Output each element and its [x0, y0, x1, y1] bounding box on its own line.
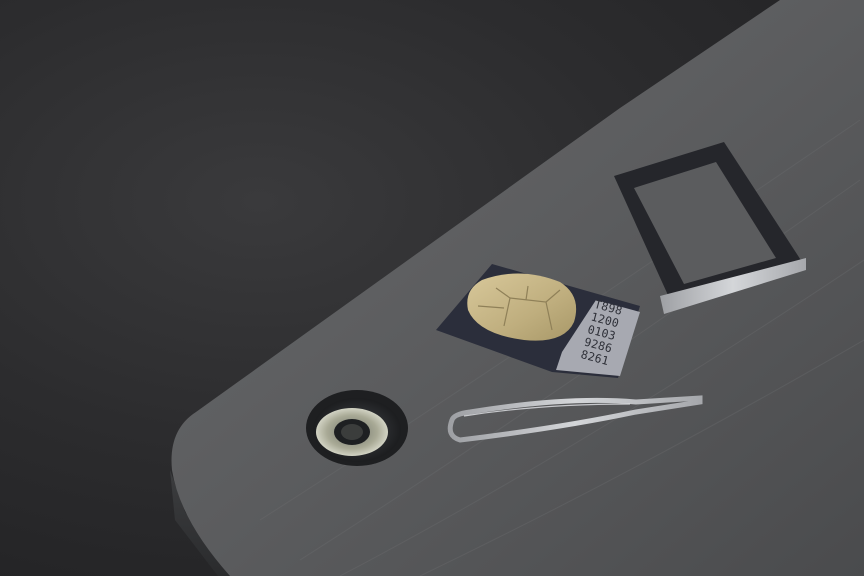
mounting-hole — [306, 390, 408, 466]
photo-canvas: T898 1200 0103 9286 8261 — [170, 0, 864, 576]
photo-scene: T898 1200 0103 9286 8261 — [0, 0, 864, 576]
